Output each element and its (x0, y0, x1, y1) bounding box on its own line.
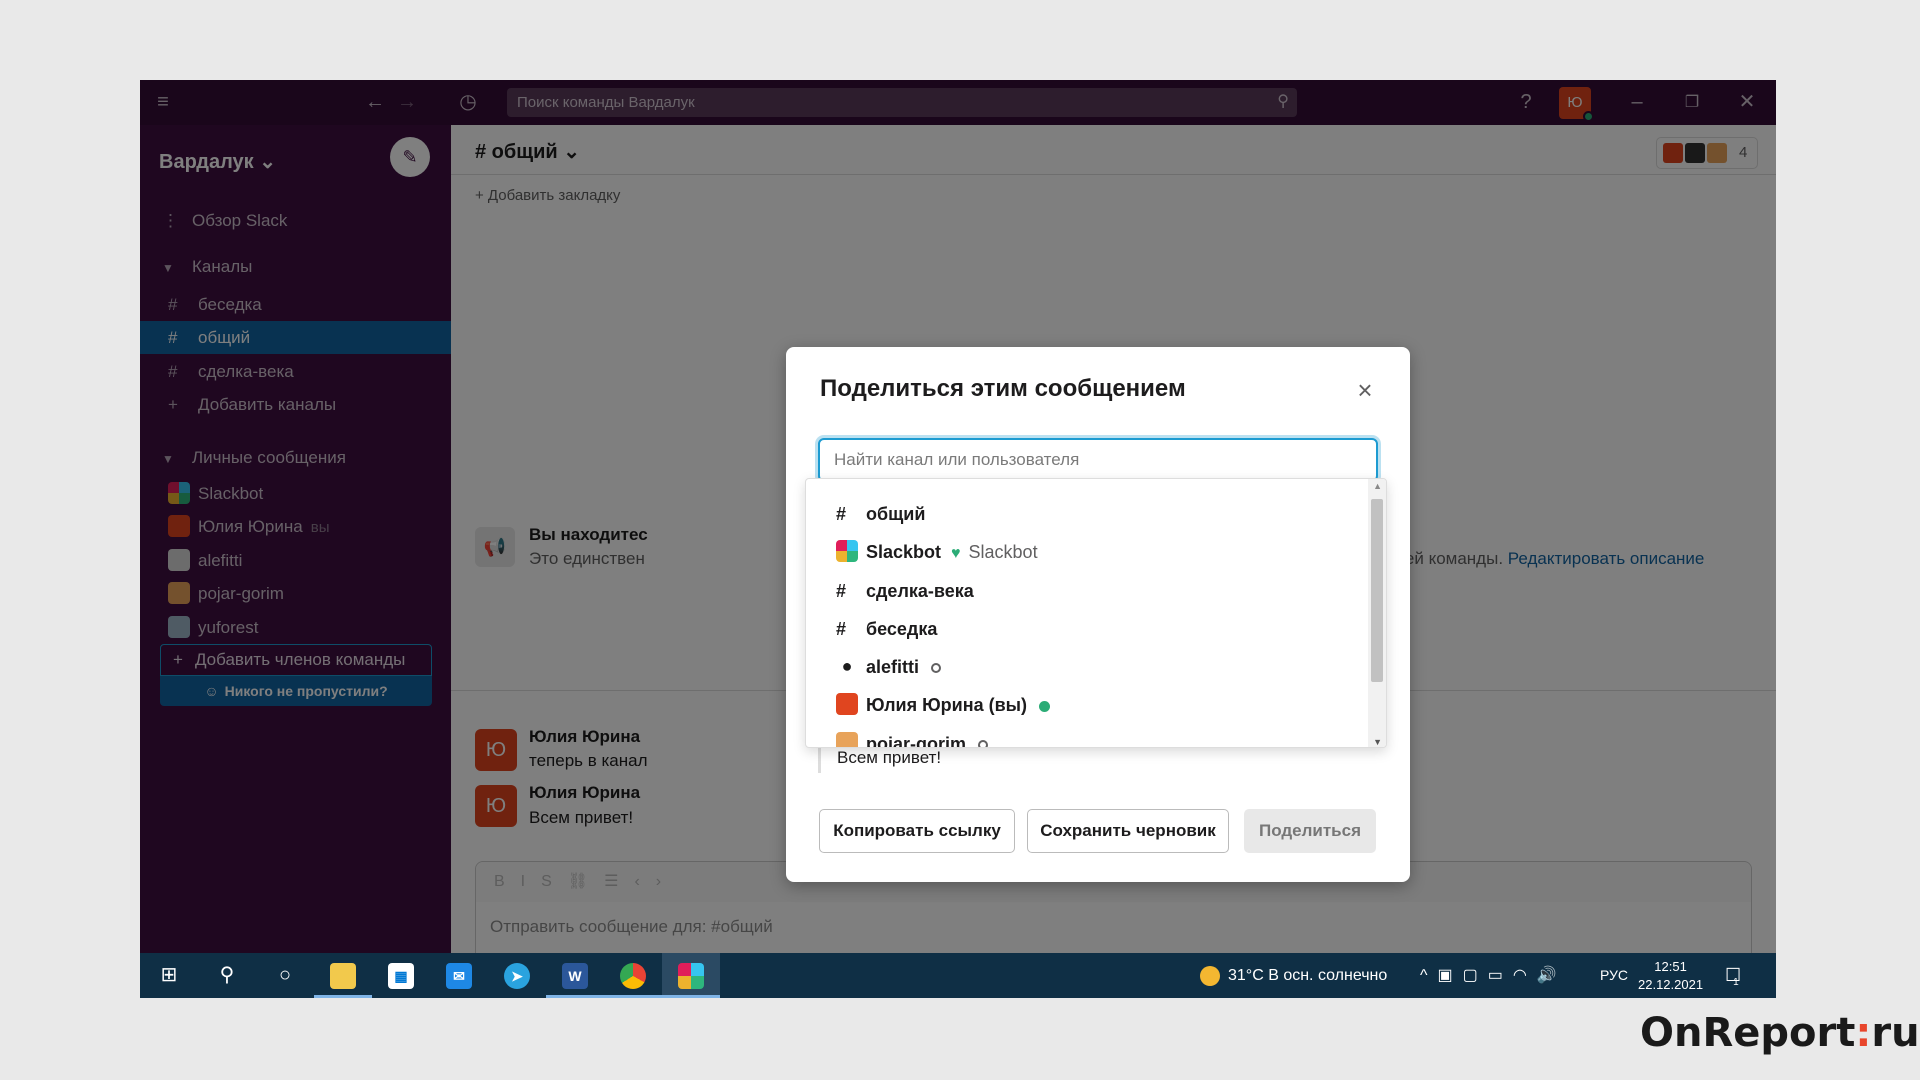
clock-time: 12:51 (1654, 959, 1687, 974)
language-indicator[interactable]: РУС (1600, 967, 1628, 983)
option-name: pojar-gorim (866, 734, 967, 748)
dropdown-option-user[interactable]: Юлия Юрина (вы) (806, 686, 1366, 724)
person-icon: ● (836, 655, 858, 678)
copy-link-button[interactable]: Копировать ссылку (819, 809, 1015, 853)
weather-widget[interactable]: 31°C В осн. солнечно (1200, 966, 1387, 986)
scrollbar-thumb[interactable] (1371, 499, 1383, 682)
chrome-icon[interactable] (604, 953, 662, 998)
share-button[interactable]: Поделиться (1244, 809, 1376, 853)
clock[interactable]: 12:51 22.12.2021 (1638, 958, 1703, 994)
display-icon[interactable]: ▢ (1463, 967, 1488, 984)
file-explorer-icon[interactable] (314, 953, 372, 998)
option-name: Юлия Юрина (вы) (866, 695, 1028, 715)
watermark-separator: : (1855, 1010, 1872, 1056)
slackbot-avatar (836, 540, 858, 563)
notification-center-icon[interactable]: ☐1 (1725, 965, 1747, 988)
wifi-icon[interactable]: ◠ (1513, 967, 1537, 984)
share-target-dropdown: # общий Slackbot ♥ Slackbot # сделка-века # б… (805, 478, 1387, 748)
dropdown-option-channel[interactable]: # сделка-века (806, 572, 1366, 610)
option-subtitle: Slackbot (968, 542, 1038, 562)
away-status-icon (978, 740, 989, 747)
user-avatar (836, 693, 858, 716)
option-name: беседка (866, 619, 938, 639)
watermark-tld: ru (1871, 1010, 1920, 1056)
onreport-watermark: OnReport:ru (1640, 1010, 1920, 1056)
meet-icon[interactable]: ▣ (1438, 967, 1463, 984)
dropdown-option-channel[interactable]: # общий (806, 495, 1366, 533)
dropdown-option-channel[interactable]: # беседка (806, 610, 1366, 648)
dropdown-scrollbar[interactable]: ▲ ▼ (1368, 479, 1386, 747)
system-tray-icons: ^▣▢▭◠🔊 (1420, 965, 1567, 985)
online-status-icon (1039, 700, 1051, 712)
user-avatar (836, 732, 858, 747)
battery-icon[interactable]: ▭ (1488, 967, 1513, 984)
cortana-icon[interactable]: ○ (256, 953, 314, 998)
weather-text: 31°C В осн. солнечно (1228, 967, 1388, 985)
watermark-brand: OnReport (1640, 1010, 1856, 1056)
option-name: alefitti (866, 657, 920, 677)
search-icon[interactable]: ⚲ (198, 953, 256, 998)
scroll-up-icon[interactable]: ▲ (1373, 481, 1382, 491)
word-icon[interactable]: W (546, 953, 604, 998)
scroll-down-icon[interactable]: ▼ (1373, 737, 1382, 747)
option-name: общий (866, 504, 926, 524)
dropdown-option-user[interactable]: Slackbot ♥ Slackbot (806, 533, 1366, 571)
store-icon[interactable]: ▦ (372, 953, 430, 998)
close-icon[interactable]: × (1350, 375, 1380, 405)
clock-date: 22.12.2021 (1638, 977, 1704, 992)
notification-count: 1 (1733, 977, 1739, 988)
mail-icon[interactable]: ✉ (430, 953, 488, 998)
volume-icon[interactable]: 🔊 (1537, 967, 1567, 984)
heart-icon: ♥ (951, 545, 961, 562)
option-name: Slackbot (866, 542, 942, 562)
save-draft-button[interactable]: Сохранить черновик (1027, 809, 1229, 853)
dropdown-option-user[interactable]: pojar-gorim (806, 725, 1366, 748)
sun-icon (1200, 966, 1220, 986)
away-status-icon (931, 663, 942, 674)
slack-icon[interactable] (662, 953, 720, 998)
dialog-title: Поделиться этим сообщением (820, 375, 1186, 402)
app-window: ≡ ← → ◷ Поиск команды Вардалук ⚲ ? Ю – ❐… (140, 80, 1776, 998)
telegram-icon[interactable]: ➤ (488, 953, 546, 998)
hash-icon: # (836, 581, 847, 601)
dropdown-option-user[interactable]: ● alefitti (806, 648, 1366, 686)
chevron-up-icon[interactable]: ^ (1420, 967, 1438, 984)
share-search-input[interactable] (818, 438, 1378, 482)
hash-icon: # (836, 619, 847, 639)
option-name: сделка-века (866, 581, 974, 601)
windows-start-icon[interactable]: ⊞ (140, 953, 198, 998)
hash-icon: # (836, 504, 847, 524)
windows-taskbar: ⊞ ⚲ ○ ▦ ✉ ➤ W 31°C В осн. солнечно ^▣▢▭◠… (140, 953, 1776, 998)
